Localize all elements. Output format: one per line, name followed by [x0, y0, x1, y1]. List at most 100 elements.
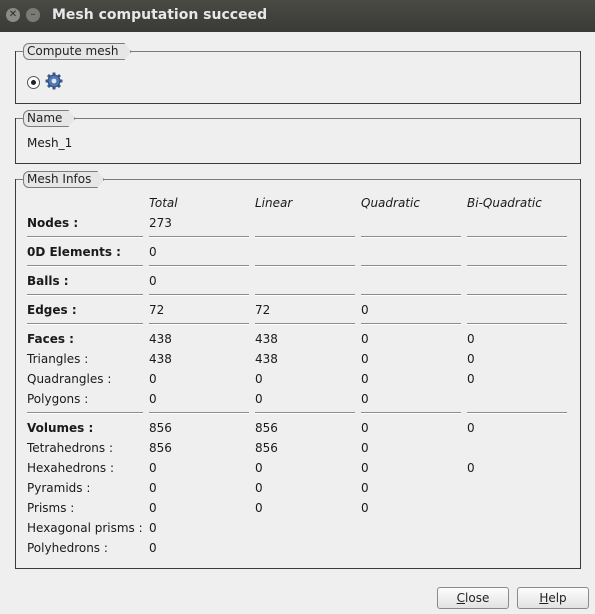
value-tetrahedrons-linear: 856 — [255, 441, 278, 455]
separator — [467, 236, 567, 238]
value-faces-linear: 438 — [255, 332, 278, 346]
mesh-infos-group: Mesh Infos Total Linear Quadratic Bi-Qua… — [15, 179, 581, 569]
value-triangles-biquadratic: 0 — [467, 352, 475, 366]
separator — [27, 294, 143, 296]
name-group: Name Mesh_1 — [15, 118, 581, 164]
value-polygons-linear: 0 — [255, 392, 263, 406]
row-label-prisms: Prisms : — [27, 501, 75, 515]
row-label-edges: Edges : — [27, 303, 77, 317]
row-label-polygons: Polygons : — [27, 392, 89, 406]
value-hexagonal-prisms-total: 0 — [149, 521, 157, 535]
name-group-label: Name — [23, 110, 75, 127]
close-button-mnemonic: C — [456, 591, 466, 605]
row-label-hexahedrons: Hexahedrons : — [27, 461, 114, 475]
mesh-name-value: Mesh_1 — [27, 136, 73, 150]
close-button-label: lose — [465, 591, 490, 605]
value-triangles-quadratic: 0 — [361, 352, 369, 366]
value-hexahedrons-linear: 0 — [255, 461, 263, 475]
row-label-tetrahedrons: Tetrahedrons : — [27, 441, 113, 455]
separator — [255, 265, 355, 267]
close-window-icon[interactable]: ✕ — [6, 8, 20, 22]
separator — [255, 294, 355, 296]
value-polygons-quadratic: 0 — [361, 392, 369, 406]
compute-mesh-group: Compute mesh — [15, 51, 581, 104]
separator — [467, 412, 567, 414]
value-faces-biquadratic: 0 — [467, 332, 475, 346]
row-label-balls: Balls : — [27, 274, 69, 288]
value-nodes-total: 273 — [149, 216, 172, 230]
separator — [361, 236, 461, 238]
title-bar: ✕ – Mesh computation succeed — [0, 0, 595, 32]
value-prisms-total: 0 — [149, 501, 157, 515]
help-button-mnemonic: H — [539, 591, 549, 605]
separator — [467, 265, 567, 267]
value-prisms-linear: 0 — [255, 501, 263, 515]
value-tetrahedrons-total: 856 — [149, 441, 172, 455]
header-bi-quadratic: Bi-Quadratic — [467, 196, 542, 210]
row-label-quadrangles: Quadrangles : — [27, 372, 112, 386]
value-edges-linear: 72 — [255, 303, 271, 317]
separator — [467, 323, 567, 325]
minimize-window-icon[interactable]: – — [26, 8, 40, 22]
value-volumes-total: 856 — [149, 421, 172, 435]
close-button[interactable]: Close — [437, 587, 509, 609]
separator — [255, 236, 355, 238]
separator — [255, 323, 355, 325]
value-prisms-quadratic: 0 — [361, 501, 369, 515]
value-quadrangles-total: 0 — [149, 372, 157, 386]
value-quadrangles-quadratic: 0 — [361, 372, 369, 386]
value-faces-quadratic: 0 — [361, 332, 369, 346]
value-triangles-total: 438 — [149, 352, 172, 366]
separator — [467, 294, 567, 296]
row-label-pyramids: Pyramids : — [27, 481, 91, 495]
value-pyramids-linear: 0 — [255, 481, 263, 495]
separator — [149, 294, 249, 296]
separator — [149, 323, 249, 325]
value-edges-quadratic: 0 — [361, 303, 369, 317]
separator — [149, 236, 249, 238]
separator — [361, 265, 461, 267]
separator — [27, 412, 143, 414]
separator — [361, 323, 461, 325]
separator — [27, 265, 143, 267]
row-label-triangles: Triangles : — [27, 352, 89, 366]
value-volumes-linear: 856 — [255, 421, 278, 435]
value-pyramids-quadratic: 0 — [361, 481, 369, 495]
compute-mesh-group-label: Compute mesh — [23, 43, 131, 60]
separator — [361, 294, 461, 296]
value-hexahedrons-biquadratic: 0 — [467, 461, 475, 475]
row-label-hexagonal-prisms: Hexagonal prisms : — [27, 521, 143, 535]
value-tetrahedrons-quadratic: 0 — [361, 441, 369, 455]
header-quadratic: Quadratic — [361, 196, 420, 210]
value-quadrangles-linear: 0 — [255, 372, 263, 386]
value-volumes-biquadratic: 0 — [467, 421, 475, 435]
value-volumes-quadratic: 0 — [361, 421, 369, 435]
separator — [149, 412, 249, 414]
value-hexahedrons-total: 0 — [149, 461, 157, 475]
header-total: Total — [149, 196, 178, 210]
header-linear: Linear — [255, 196, 293, 210]
value-quadrangles-biquadratic: 0 — [467, 372, 475, 386]
value-0d-total: 0 — [149, 245, 157, 259]
separator — [27, 236, 143, 238]
separator — [149, 265, 249, 267]
help-button-label: elp — [548, 591, 567, 605]
row-label-nodes: Nodes : — [27, 216, 79, 230]
window-title: Mesh computation succeed — [52, 7, 268, 23]
row-label-faces: Faces : — [27, 332, 74, 346]
value-polyhedrons-total: 0 — [149, 541, 157, 555]
separator — [361, 412, 461, 414]
row-label-volumes: Volumes : — [27, 421, 94, 435]
row-label-0d-elements: 0D Elements : — [27, 245, 121, 259]
value-triangles-linear: 438 — [255, 352, 278, 366]
gear-icon — [45, 72, 63, 90]
value-hexahedrons-quadratic: 0 — [361, 461, 369, 475]
separator — [255, 412, 355, 414]
mesh-infos-group-label: Mesh Infos — [23, 171, 104, 188]
compute-radio-button[interactable] — [27, 76, 40, 89]
value-polygons-total: 0 — [149, 392, 157, 406]
value-balls-total: 0 — [149, 274, 157, 288]
value-edges-total: 72 — [149, 303, 165, 317]
separator — [27, 323, 143, 325]
help-button[interactable]: Help — [517, 587, 589, 609]
